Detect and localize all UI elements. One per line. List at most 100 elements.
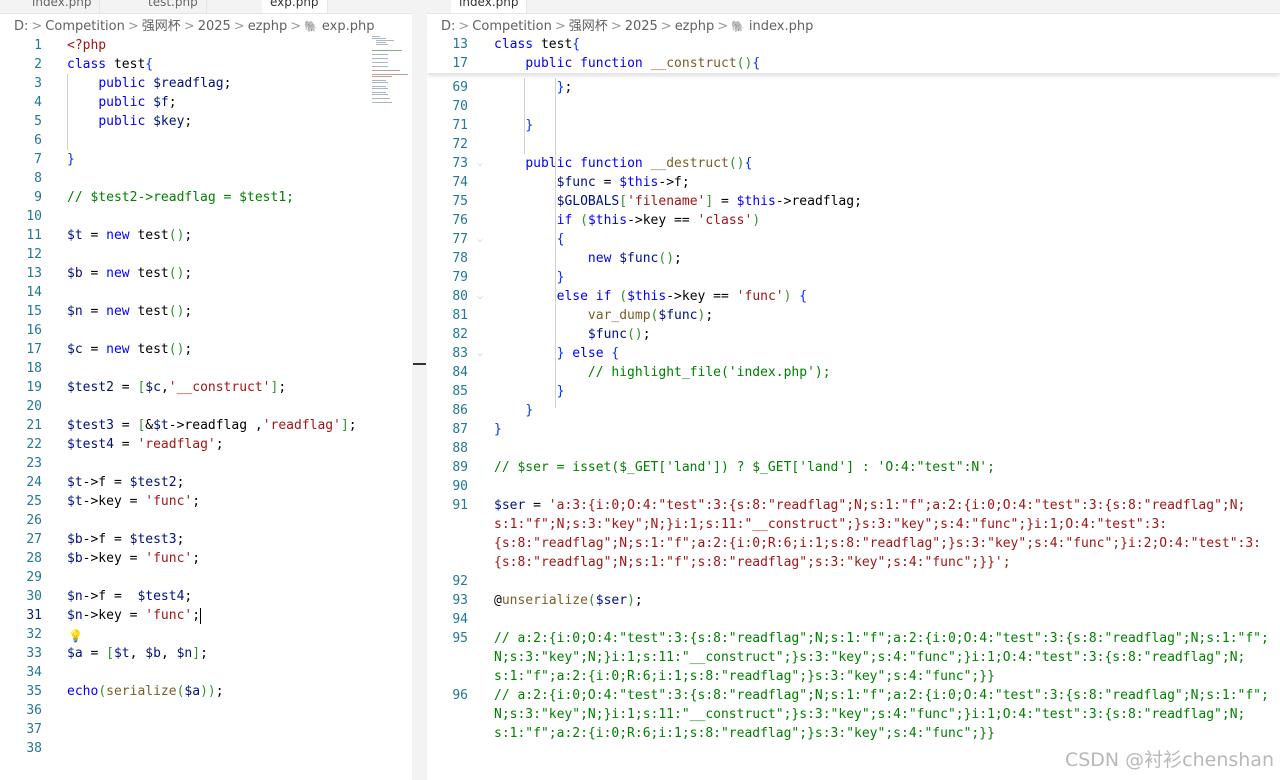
code-line[interactable]: 37 xyxy=(0,720,412,739)
breadcrumb-competition[interactable]: Competition xyxy=(472,19,552,34)
code-text[interactable]: $n->key = 'func'; xyxy=(67,606,202,625)
code-line[interactable]: 1 <?php xyxy=(0,36,412,55)
breadcrumb-file[interactable]: index.php xyxy=(749,19,813,34)
code-text[interactable]: $n->f = $test4; xyxy=(67,587,192,606)
code-line[interactable]: 26 xyxy=(0,511,412,530)
code-text[interactable]: $ser = 'a:3:{i:0;O:4:"test":3:{s:8:"read… xyxy=(494,496,1245,515)
breadcrumb-year[interactable]: 2025 xyxy=(625,19,658,34)
code-text[interactable]: } xyxy=(494,420,502,439)
breadcrumb-file[interactable]: exp.php xyxy=(322,19,375,34)
code-text[interactable]: $test3 = [&$t->readflag ,'readflag']; xyxy=(67,416,357,435)
code-text[interactable]: } else { xyxy=(494,344,620,363)
code-line[interactable]: 38 xyxy=(0,739,412,758)
code-text[interactable]: echo(serialize($a)); xyxy=(67,682,224,701)
code-line[interactable]: 13 $b = new test(); xyxy=(0,264,412,283)
code-text[interactable]: public function __construct(){ xyxy=(494,54,760,73)
right-tab-bar[interactable]: index.php xyxy=(427,0,1280,14)
pane-divider[interactable] xyxy=(412,0,427,780)
right-editor-pane[interactable]: index.php D: > Competition > 强网杯 >2025 > ezphp >… xyxy=(427,0,1280,780)
breadcrumb-qwb[interactable]: 强网杯 xyxy=(142,19,181,34)
code-text[interactable]: public $key; xyxy=(67,112,192,131)
code-line[interactable]: 35 echo(serialize($a)); xyxy=(0,682,412,701)
fold-chevron-icon[interactable]: ⌵ xyxy=(477,344,483,363)
code-text[interactable]: @unserialize($ser); xyxy=(494,591,643,610)
code-line[interactable]: 20 xyxy=(0,397,412,416)
lightbulb-icon[interactable]: 💡 xyxy=(68,627,83,646)
code-text[interactable]: // a:2:{i:0;O:4:"test":3:{s:8:"readflag"… xyxy=(494,629,1269,648)
code-text[interactable]: // $test2->readflag = $test1; xyxy=(67,188,294,207)
code-text[interactable]: s:1:"f";a:2:{i:0;R:6;i:1;s:8:"readflag";… xyxy=(494,667,995,686)
code-text[interactable]: N;s:3:"key";N;}i:1;s:11:"__construct";}s… xyxy=(494,648,1245,667)
code-text[interactable]: s:1:"f";a:2:{i:0;R:6;i:1;s:8:"readflag";… xyxy=(494,724,995,743)
code-text[interactable]: $func = $this->f; xyxy=(494,173,690,192)
code-line[interactable]: 87} xyxy=(427,420,1280,439)
code-text[interactable]: $test2 = [$c,'__construct']; xyxy=(67,378,286,397)
breadcrumb-ezphp[interactable]: ezphp xyxy=(675,19,715,34)
code-text[interactable]: } xyxy=(67,150,75,169)
code-line[interactable]: 93 @unserialize($ser); xyxy=(427,591,1280,610)
code-text[interactable]: } xyxy=(494,401,533,420)
tab-test-php[interactable]: test.php xyxy=(140,0,207,13)
code-line[interactable]: 22 $test4 = 'readflag'; xyxy=(0,435,412,454)
code-text[interactable]: class test{ xyxy=(67,55,153,74)
code-text[interactable]: N;s:3:"key";N;}i:1;s:11:"__construct";}s… xyxy=(494,705,1245,724)
code-line[interactable]: 15 $n = new test(); xyxy=(0,302,412,321)
code-line[interactable]: 8 xyxy=(0,169,412,188)
code-text[interactable]: // highlight_file('index.php'); xyxy=(494,363,831,382)
tab-index-php-right[interactable]: index.php xyxy=(451,0,528,13)
code-line[interactable]: 95 // a:2:{i:0;O:4:"test":3:{s:8:"readfla… xyxy=(427,629,1280,648)
code-line[interactable]: 7} xyxy=(0,150,412,169)
code-line[interactable]: 19 $test2 = [$c,'__construct']; xyxy=(0,378,412,397)
code-line[interactable]: 17 $c = new test(); xyxy=(0,340,412,359)
code-text[interactable]: }; xyxy=(494,78,573,97)
left-editor-pane[interactable]: index.php test.php exp.php D: > Competitio… xyxy=(0,0,412,780)
code-line[interactable]: 9 // $test2->readflag = $test1; xyxy=(0,188,412,207)
code-line[interactable]: 11 $t = new test(); xyxy=(0,226,412,245)
code-line[interactable]: 96 // a:2:{i:0;O:4:"test":3:{s:8:"readfla… xyxy=(427,686,1280,705)
code-line[interactable]: 91 $ser = 'a:3:{i:0;O:4:"test":3:{s:8:"re… xyxy=(427,496,1280,515)
code-text[interactable]: $func(); xyxy=(494,325,651,344)
code-line[interactable]: 4 public $f; xyxy=(0,93,412,112)
code-line[interactable]: {s:8:"readflag";N;s:1:"f";a:2:{i:0;R:6;i… xyxy=(427,534,1280,553)
code-area[interactable]: 1 <?php 2 class test{3 public $readflag; 4 p… xyxy=(0,36,412,758)
code-text[interactable]: new $func(); xyxy=(494,249,682,268)
code-line[interactable]: 2 class test{ xyxy=(0,55,412,74)
code-line[interactable]: 28 $b->key = 'func'; xyxy=(0,549,412,568)
code-text[interactable]: $c = new test(); xyxy=(67,340,192,359)
code-line[interactable]: 10 xyxy=(0,207,412,226)
code-text[interactable]: $GLOBALS['filename'] = $this->readflag; xyxy=(494,192,862,211)
code-text[interactable]: {s:8:"readflag";N;s:1:"f";s:8:"readflag"… xyxy=(494,553,1011,572)
breadcrumb-competition[interactable]: Competition xyxy=(45,19,125,34)
breadcrumb-ezphp[interactable]: ezphp xyxy=(248,19,288,34)
code-text[interactable]: var_dump($func); xyxy=(494,306,713,325)
code-line[interactable]: 12 xyxy=(0,245,412,264)
code-area-right[interactable]: 69 }; 70 71 } 72 73 public function __destru… xyxy=(427,78,1280,743)
breadcrumb-qwb[interactable]: 强网杯 xyxy=(569,19,608,34)
code-line[interactable]: 29 xyxy=(0,568,412,587)
code-text[interactable]: $n = new test(); xyxy=(67,302,192,321)
tab-index-php[interactable]: index.php xyxy=(24,0,101,13)
code-text[interactable]: public function __destruct(){ xyxy=(494,154,752,173)
code-text[interactable]: // a:2:{i:0;O:4:"test":3:{s:8:"readflag"… xyxy=(494,686,1269,705)
code-line[interactable]: 88 xyxy=(427,439,1280,458)
code-line[interactable]: 23 xyxy=(0,454,412,473)
code-line[interactable]: 13 class test{ xyxy=(427,35,1280,54)
breadcrumb-drive[interactable]: D: xyxy=(14,19,28,34)
minimap[interactable] xyxy=(370,36,410,116)
fold-chevron-icon[interactable]: ⌵ xyxy=(477,230,483,249)
code-line[interactable]: N;s:3:"key";N;}i:1;s:11:"__construct";}s… xyxy=(427,705,1280,724)
code-text[interactable]: } xyxy=(494,268,565,287)
code-text[interactable]: class test{ xyxy=(494,35,580,54)
code-text[interactable]: public $f; xyxy=(67,93,176,112)
code-line[interactable]: {s:8:"readflag";N;s:1:"f";s:8:"readflag"… xyxy=(427,553,1280,572)
code-line[interactable]: 18 xyxy=(0,359,412,378)
code-line[interactable]: 36 xyxy=(0,701,412,720)
code-text[interactable]: s:1:"f";N;s:3:"key";N;}i:1;s:11:"__const… xyxy=(494,515,1167,534)
code-line[interactable]: 30 $n->f = $test4; xyxy=(0,587,412,606)
code-text[interactable]: $a = [$t, $b, $n]; xyxy=(67,644,208,663)
breadcrumb-drive[interactable]: D: xyxy=(441,19,455,34)
code-text[interactable]: $t = new test(); xyxy=(67,226,192,245)
tab-exp-php[interactable]: exp.php xyxy=(262,0,328,13)
code-line[interactable]: 3 public $readflag; xyxy=(0,74,412,93)
fold-chevron-icon[interactable]: ⌵ xyxy=(477,154,483,173)
